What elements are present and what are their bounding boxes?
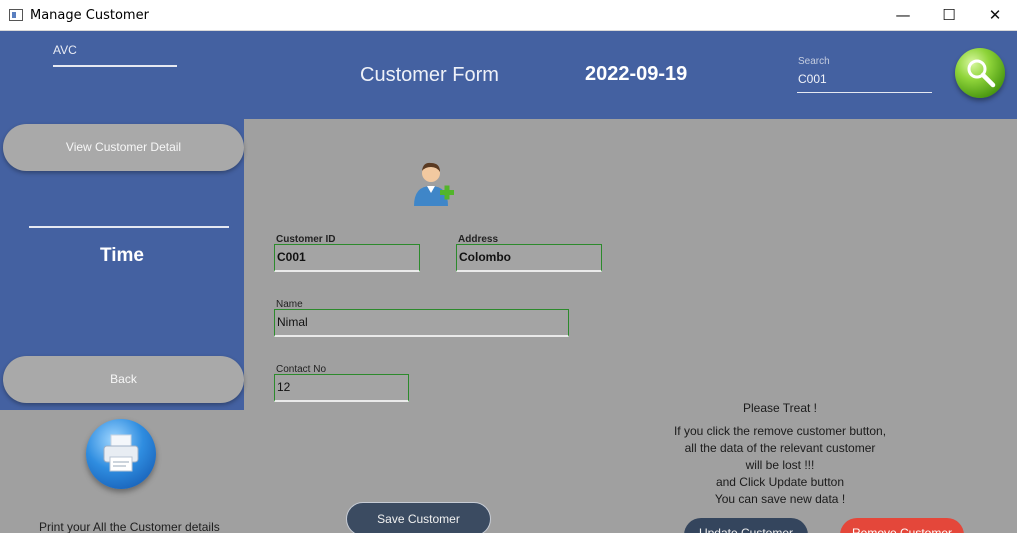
remove-customer-button[interactable]: Remove Customer [840, 518, 964, 533]
search-button[interactable] [955, 48, 1005, 98]
notice-line: If you click the remove customer button, [673, 424, 887, 438]
magnifier-icon [967, 59, 996, 88]
header-bar: AVC Customer Form 2022-09-19 Search C001 [0, 31, 1017, 119]
update-customer-button[interactable]: Update Customer [684, 518, 808, 533]
add-user-icon [410, 160, 456, 208]
name-field[interactable]: Nimal [274, 309, 569, 337]
notice-line: and Click Update button [715, 475, 845, 489]
print-caption: Print your All the Customer details [39, 520, 220, 533]
maximize-button[interactable]: ☐ [926, 0, 972, 31]
notice-line: You can save new data ! [714, 492, 846, 506]
close-button[interactable]: ✕ [972, 0, 1017, 31]
app-window-icon [9, 9, 23, 21]
notice-line: all the data of the relevant customer [684, 441, 876, 455]
contact-no-field[interactable]: 12 [274, 374, 409, 402]
form-title: Customer Form [360, 64, 499, 86]
printer-icon[interactable] [86, 419, 156, 489]
sidebar: View Customer Detail Time Back [0, 119, 244, 410]
notice-line: will be lost !!! [745, 458, 815, 472]
user-field[interactable]: AVC [53, 43, 177, 67]
window-titlebar: Manage Customer — ☐ ✕ [0, 0, 1017, 31]
minimize-button[interactable]: — [880, 0, 926, 31]
time-label: Time [99, 245, 144, 266]
notice-heading: Please Treat ! [742, 401, 818, 415]
sidebar-divider [29, 226, 229, 228]
date-display: 2022-09-19 [585, 63, 688, 85]
search-label: Search [798, 56, 830, 67]
customer-id-field[interactable]: C001 [274, 244, 420, 272]
search-input[interactable]: C001 [797, 69, 932, 93]
save-customer-button[interactable]: Save Customer [346, 502, 491, 533]
back-button[interactable]: Back [3, 356, 244, 403]
address-field[interactable]: Colombo [456, 244, 602, 272]
view-customer-detail-button[interactable]: View Customer Detail [3, 124, 244, 171]
window-title: Manage Customer [30, 8, 149, 23]
